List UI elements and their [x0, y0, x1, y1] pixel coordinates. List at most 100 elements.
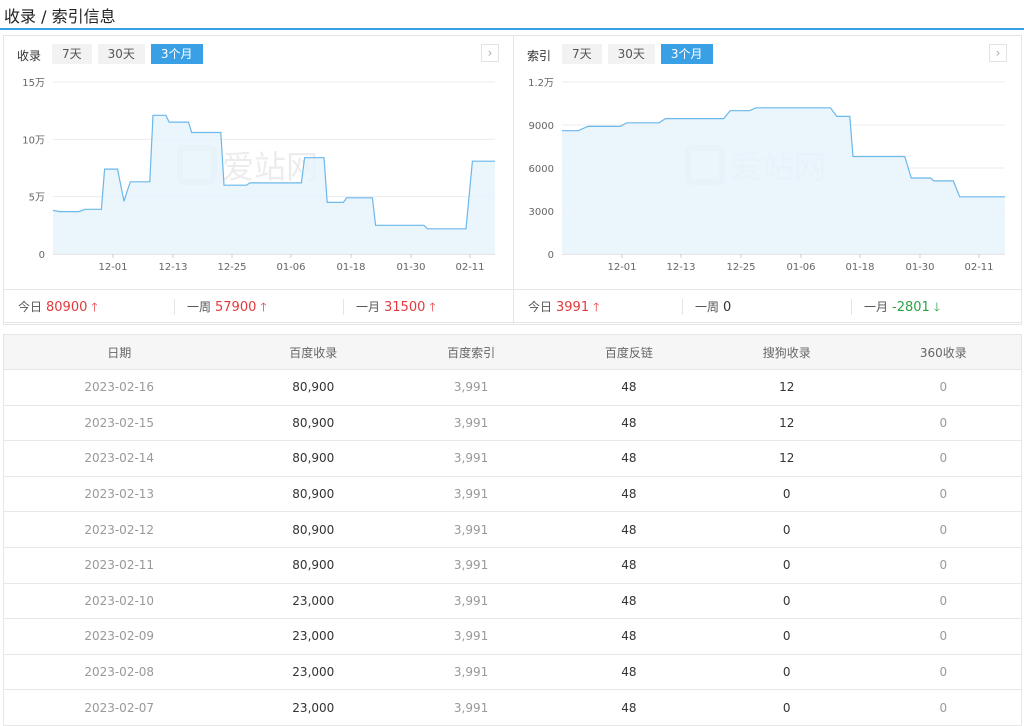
table-cell: 2023-02-15 [3, 405, 235, 442]
table-cell: 0 [865, 476, 1022, 513]
table-cell: 3,991 [392, 440, 551, 477]
divider [174, 299, 175, 315]
table-cell: 0 [707, 654, 866, 691]
table-cell: 0 [707, 547, 866, 584]
table-cell: 48 [550, 583, 708, 620]
inclusion-tab-7d[interactable]: 7天 [52, 44, 92, 64]
table-cell: 12 [707, 369, 866, 406]
stat-value: 57900 [215, 300, 257, 315]
y-tick-label: 1.2万 [528, 78, 554, 89]
x-tick-label: 01-06 [276, 262, 305, 273]
table-cell: 3,991 [392, 476, 551, 513]
stat-value: 0 [723, 300, 732, 315]
table-cell: 48 [550, 369, 708, 406]
stat-label: 一周 [187, 300, 212, 314]
stat-label: 今日 [528, 300, 553, 314]
inclusion-tab-30d[interactable]: 30天 [97, 44, 145, 64]
table-cell: 23,000 [234, 689, 393, 726]
table-cell: 0 [865, 583, 1022, 620]
table-cell: 0 [707, 511, 866, 548]
index-tab-7d[interactable]: 7天 [562, 44, 602, 64]
table-cell: 0 [865, 689, 1022, 726]
x-tick-label: 12-01 [607, 262, 636, 273]
table-row: 2023-02-15 80,900 3,991 48 12 0 [3, 405, 1022, 442]
table-cell: 2023-02-08 [3, 654, 235, 691]
table-cell: 2023-02-07 [3, 689, 235, 726]
inclusion-panel-header: 收录 7天 30天 3个月 › [4, 36, 513, 72]
table-cell: 3,991 [392, 689, 551, 726]
column-header: 搜狗收录 [707, 334, 866, 370]
table-cell: 2023-02-14 [3, 440, 235, 477]
table-cell: 48 [550, 654, 708, 691]
y-tick-label: 3000 [529, 207, 554, 218]
table-cell: 3,991 [392, 547, 551, 584]
table-cell: 0 [707, 689, 866, 726]
chart-svg: 0 3000 6000 9000 1.2万 12-01 12-13 12-25 01-06 01-… [528, 78, 1005, 273]
arrow-up-icon: 🡑 [260, 300, 267, 314]
y-tick-label: 15万 [22, 78, 45, 89]
table-cell: 48 [550, 689, 708, 726]
stat-value: 3991 [556, 300, 590, 315]
chevron-right-icon[interactable]: › [481, 44, 499, 62]
table-cell: 80,900 [234, 405, 393, 442]
table-cell: 48 [550, 547, 708, 584]
divider [682, 299, 683, 315]
index-tab-3m[interactable]: 3个月 [660, 44, 713, 64]
table-cell: 0 [707, 476, 866, 513]
table-cell: 3,991 [392, 511, 551, 548]
table-cell: 0 [865, 547, 1022, 584]
inclusion-chart: 0 5万 10万 15万 12-01 12-13 12-25 01-06 01-18 01-30 0… [4, 72, 513, 312]
index-range-tabs: 7天 30天 3个月 [562, 44, 719, 64]
page-title: 收录 / 索引信息 [4, 7, 116, 26]
table-cell: 3,991 [392, 405, 551, 442]
x-tick-label: 01-30 [905, 262, 934, 273]
inclusion-label: 收录 [17, 49, 42, 63]
stat-value: 80900 [46, 300, 88, 315]
table-cell: 3,991 [392, 654, 551, 691]
table-cell: 2023-02-09 [3, 618, 235, 655]
table-cell: 3,991 [392, 618, 551, 655]
index-stats: 今日 3991 🡑 一周 0 一月 -2801 🡓 [513, 289, 1022, 325]
data-table: 日期 百度收录 百度索引 百度反链 搜狗收录 360收录 2023-02-16 8… [3, 334, 1022, 726]
table-cell: 48 [550, 618, 708, 655]
x-tick-label: 01-06 [786, 262, 815, 273]
arrow-up-icon: 🡑 [91, 300, 98, 314]
x-tick-label: 02-11 [455, 262, 484, 273]
table-row: 2023-02-11 80,900 3,991 48 0 0 [3, 547, 1022, 584]
inclusion-range-tabs: 7天 30天 3个月 [52, 44, 209, 64]
x-tick-label: 12-13 [158, 262, 187, 273]
x-tick-label: 02-11 [964, 262, 993, 273]
x-tick-label: 01-18 [336, 262, 365, 273]
stat-label: 一月 [864, 300, 889, 314]
inclusion-stat-month: 一月 31500 🡑 [356, 290, 436, 324]
table-cell: 80,900 [234, 440, 393, 477]
arrow-down-icon: 🡓 [933, 300, 941, 314]
index-panel-header: 索引 7天 30天 3个月 › [514, 36, 1021, 72]
page-header: 收录 / 索引信息 [0, 0, 1024, 30]
stat-label: 今日 [18, 300, 43, 314]
chart-svg: 0 5万 10万 15万 12-01 12-13 12-25 01-06 01-18 01-30 0… [22, 78, 495, 273]
table-row: 2023-02-12 80,900 3,991 48 0 0 [3, 511, 1022, 548]
column-header: 日期 [3, 334, 235, 370]
column-header: 百度索引 [392, 334, 551, 370]
table-cell: 48 [550, 511, 708, 548]
arrow-up-icon: 🡑 [429, 300, 436, 314]
table-cell: 12 [707, 440, 866, 477]
table-row: 2023-02-08 23,000 3,991 48 0 0 [3, 654, 1022, 691]
divider [343, 299, 344, 315]
table-cell: 0 [707, 583, 866, 620]
series-area [53, 115, 495, 254]
table-cell: 0 [865, 654, 1022, 691]
table-cell: 23,000 [234, 618, 393, 655]
table-cell: 0 [865, 405, 1022, 442]
inclusion-tab-3m[interactable]: 3个月 [150, 44, 203, 64]
inclusion-stats: 今日 80900 🡑 一周 57900 🡑 一月 31500 🡑 [3, 289, 514, 325]
table-cell: 48 [550, 476, 708, 513]
stat-label: 一周 [695, 300, 720, 314]
index-tab-30d[interactable]: 30天 [607, 44, 655, 64]
table-cell: 80,900 [234, 476, 393, 513]
table-cell: 2023-02-11 [3, 547, 235, 584]
chevron-right-icon[interactable]: › [989, 44, 1007, 62]
table-cell: 2023-02-13 [3, 476, 235, 513]
arrow-up-icon: 🡑 [593, 300, 600, 314]
